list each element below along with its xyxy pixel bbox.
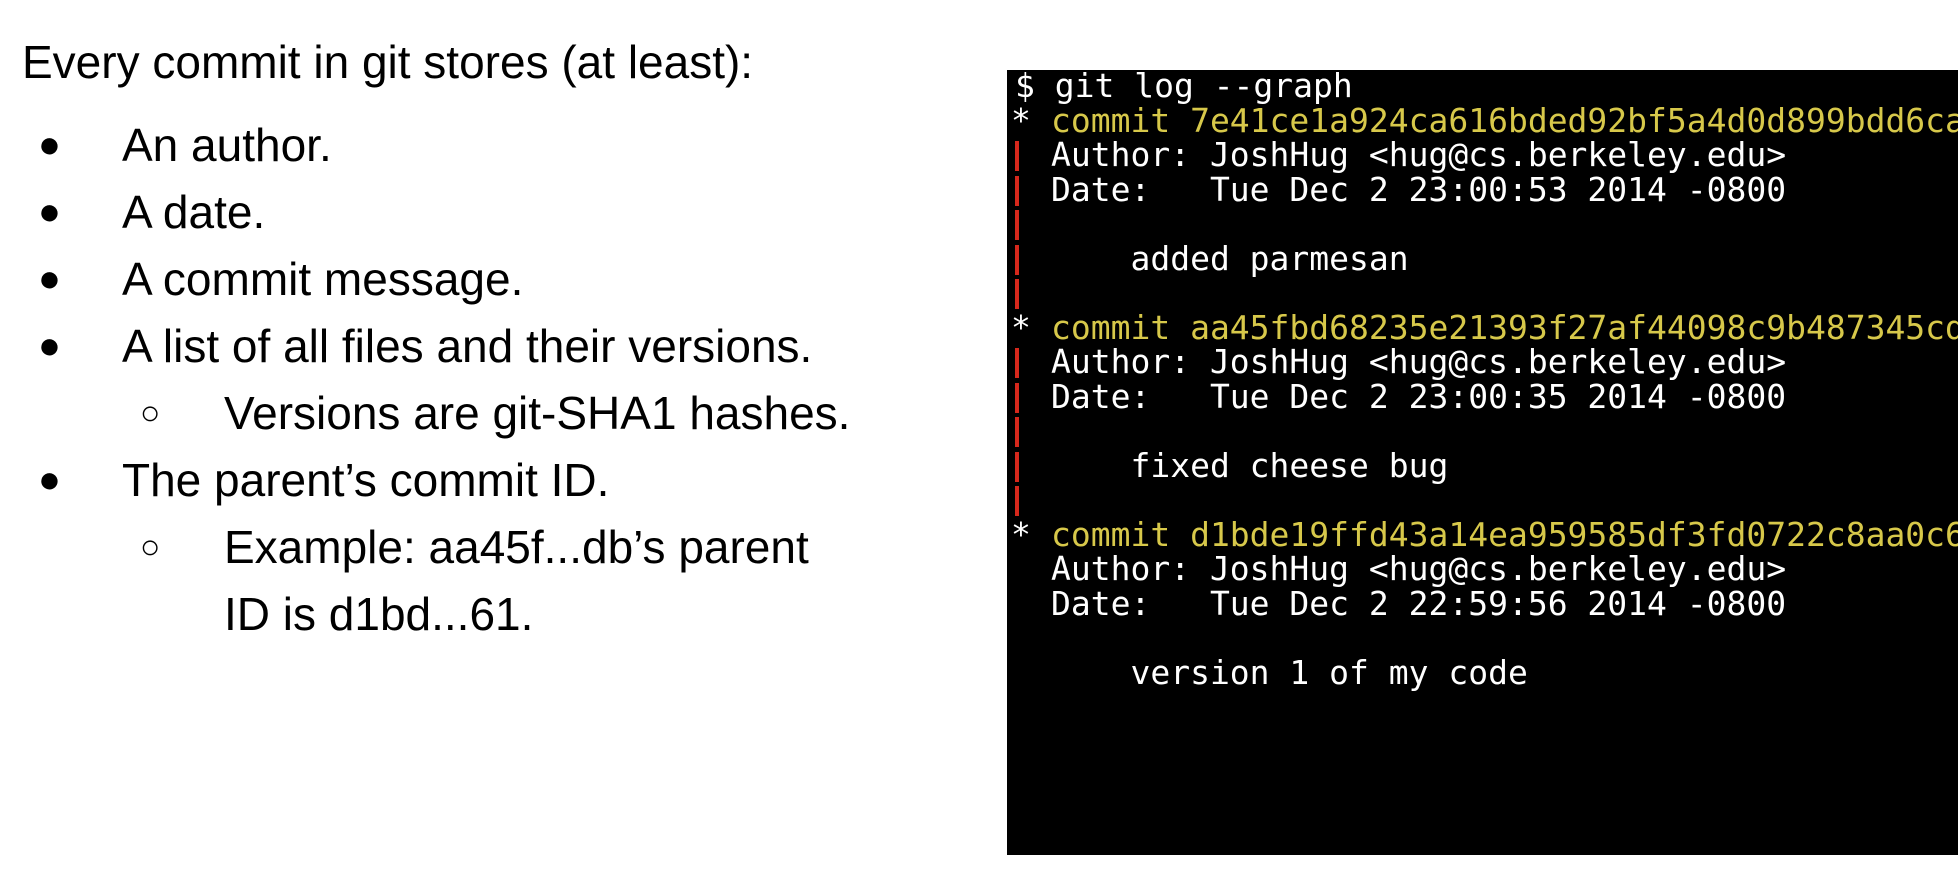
bullet-item: ● A date. — [0, 179, 960, 246]
commit-date-line: Date: Tue Dec 2 23:00:53 2014 -0800 — [1051, 169, 1787, 209]
slide: Every commit in git stores (at least): ●… — [0, 0, 1958, 884]
bullet-item: ● The parent’s commit ID. — [0, 447, 960, 514]
commit-message-line: added parmesan — [1051, 238, 1409, 278]
filled-bullet-icon: ● — [38, 258, 61, 300]
bullet-item: ● A list of all files and their versions. — [0, 313, 960, 380]
commit-message-line: version 1 of my code — [1051, 652, 1528, 692]
bullet-text: Example: aa45f...db’s parent — [224, 521, 809, 573]
commit-date-line: Date: Tue Dec 2 22:59:56 2014 -0800 — [1051, 583, 1787, 623]
terminal-screenshot: $ git log --graph * commit 7e41ce1a924ca61… — [1007, 70, 1958, 855]
bullet-item: ● An author. — [0, 112, 960, 179]
filled-bullet-icon: ● — [38, 191, 61, 233]
commit-date-line: Date: Tue Dec 2 23:00:35 2014 -0800 — [1051, 376, 1787, 416]
filled-bullet-icon: ● — [38, 325, 61, 367]
hollow-bullet-icon: ○ — [140, 528, 161, 566]
bullet-text: An author. — [122, 119, 332, 171]
graph-commit-marker: * — [1011, 514, 1031, 554]
filled-bullet-icon: ● — [38, 124, 61, 166]
bullet-text: ID is d1bd...61. — [224, 588, 534, 640]
filled-bullet-icon: ● — [38, 459, 61, 501]
hollow-bullet-icon: ○ — [140, 394, 161, 432]
bullet-list: ● An author. ● A date. ● A commit message. ● A … — [0, 112, 960, 648]
bullet-text: The parent’s commit ID. — [122, 454, 610, 506]
bullet-text: A date. — [122, 186, 266, 238]
commit-message-line: fixed cheese bug — [1051, 445, 1449, 485]
bullet-text: Versions are git-SHA1 hashes. — [224, 387, 851, 439]
bullet-item: ● A commit message. — [0, 246, 960, 313]
sub-bullet-item: ○ Example: aa45f...db’s parent ID is d1bd.… — [0, 514, 960, 648]
slide-heading: Every commit in git stores (at least): — [22, 36, 754, 88]
bullet-text: A commit message. — [122, 253, 524, 305]
bullet-text: A list of all files and their versions. — [122, 320, 813, 372]
sub-bullet-item: ○ Versions are git-SHA1 hashes. — [0, 380, 960, 447]
